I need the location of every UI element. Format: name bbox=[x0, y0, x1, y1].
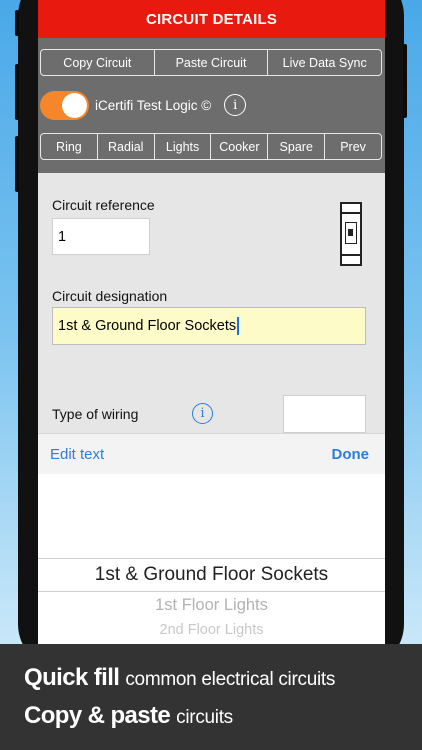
done-button[interactable]: Done bbox=[332, 446, 370, 463]
circuit-breaker-icon bbox=[340, 202, 362, 266]
circuit-type-ring[interactable]: Ring bbox=[41, 134, 98, 159]
circuit-designation-label: Circuit designation bbox=[52, 288, 168, 304]
circuit-type-prev[interactable]: Prev bbox=[325, 134, 381, 159]
caption-line-2-text: circuits bbox=[176, 707, 233, 728]
page-title: CIRCUIT DETAILS bbox=[38, 0, 385, 38]
test-logic-toggle[interactable] bbox=[40, 90, 89, 120]
picker-selected-item[interactable]: 1st & Ground Floor Sockets bbox=[38, 564, 385, 586]
circuit-type-radial[interactable]: Radial bbox=[98, 134, 155, 159]
caption-line-1-text: common electrical circuits bbox=[125, 669, 336, 690]
controls-panel: Copy Circuit Paste Circuit Live Data Syn… bbox=[38, 38, 385, 173]
test-logic-row: iCertifi Test Logic © i bbox=[40, 90, 247, 120]
phone-volume-up-button bbox=[15, 64, 19, 120]
caption-line-1-bold: Quick fill bbox=[24, 664, 120, 691]
caption-line-2-bold: Copy & paste bbox=[24, 702, 171, 729]
test-logic-label: iCertifi Test Logic © bbox=[95, 97, 212, 113]
circuit-designation-value: 1st & Ground Floor Sockets bbox=[58, 318, 237, 334]
circuit-type-spare[interactable]: Spare bbox=[268, 134, 326, 159]
promo-caption: Quick fill common electrical circuits Cop… bbox=[0, 644, 422, 750]
picker-item[interactable]: 1st Floor Lights bbox=[38, 596, 385, 615]
type-of-wiring-label: Type of wiring bbox=[52, 406, 139, 422]
edit-text-button[interactable]: Edit text bbox=[50, 446, 104, 463]
type-of-wiring-input[interactable] bbox=[283, 395, 366, 433]
app-screen: CIRCUIT DETAILS Copy Circuit Paste Circu… bbox=[38, 0, 385, 645]
paste-circuit-button[interactable]: Paste Circuit bbox=[155, 50, 269, 75]
circuit-picker[interactable]: 1st & Ground Floor Sockets 1st Floor Lig… bbox=[38, 474, 385, 645]
toggle-knob bbox=[62, 92, 87, 118]
circuit-type-lights[interactable]: Lights bbox=[155, 134, 212, 159]
copy-circuit-button[interactable]: Copy Circuit bbox=[41, 50, 155, 75]
caption-line-1: Quick fill common electrical circuits bbox=[24, 664, 335, 692]
phone-volume-down-button bbox=[15, 136, 19, 192]
circuit-designation-input[interactable]: 1st & Ground Floor Sockets bbox=[52, 307, 366, 345]
caption-line-2: Copy & paste circuits bbox=[24, 702, 233, 730]
info-icon[interactable]: i bbox=[224, 94, 247, 116]
keyboard-toolbar: Edit text Done bbox=[38, 433, 385, 474]
phone-side-button bbox=[15, 10, 19, 36]
circuit-reference-label: Circuit reference bbox=[52, 197, 155, 213]
circuit-type-segment: Ring Radial Lights Cooker Spare Prev bbox=[40, 133, 382, 160]
picker-item[interactable]: 2nd Floor Lights bbox=[38, 622, 385, 638]
circuit-form: Circuit reference 1 Circuit designation … bbox=[38, 173, 385, 433]
phone-power-button bbox=[403, 44, 407, 118]
live-data-sync-button[interactable]: Live Data Sync bbox=[268, 50, 381, 75]
wiring-info-icon[interactable]: i bbox=[192, 403, 213, 424]
circuit-type-cooker[interactable]: Cooker bbox=[211, 134, 269, 159]
text-cursor bbox=[237, 317, 240, 335]
circuit-reference-input[interactable]: 1 bbox=[52, 218, 150, 255]
action-segment: Copy Circuit Paste Circuit Live Data Syn… bbox=[40, 49, 382, 76]
